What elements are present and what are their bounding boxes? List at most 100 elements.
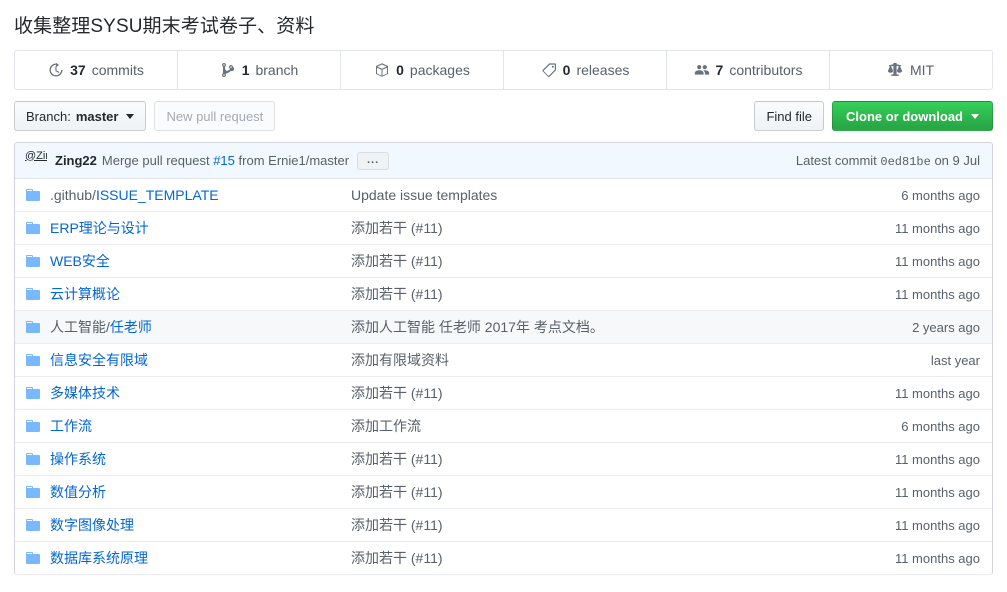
- stat-commits-count: 37: [70, 62, 86, 78]
- stat-packages-count: 0: [396, 62, 404, 78]
- commit-expand-button[interactable]: ...: [357, 151, 390, 170]
- commit-sha-link[interactable]: 0ed81be: [880, 155, 930, 169]
- file-name-link[interactable]: WEB安全: [50, 251, 110, 271]
- table-row[interactable]: 数字图像处理 添加若干 (#11) 11 months ago: [15, 509, 992, 542]
- file-name-cell: 信息安全有限域: [15, 350, 351, 370]
- file-name-text: 工作流: [50, 418, 92, 434]
- file-commit-message[interactable]: Update issue templates: [351, 187, 840, 203]
- stat-releases[interactable]: 0 releases: [504, 51, 667, 89]
- file-commit-message[interactable]: 添加有限域资料: [351, 350, 840, 370]
- file-commit-time: 6 months ago: [901, 418, 980, 434]
- repository-toolbar: Branch: master New pull request Find fil…: [14, 101, 993, 131]
- file-name-link[interactable]: 数字图像处理: [50, 515, 134, 535]
- commit-message: Merge pull request #15 from Ernie1/maste…: [102, 153, 349, 168]
- file-name-cell: 多媒体技术: [15, 383, 351, 403]
- file-commit-message[interactable]: 添加若干 (#11): [351, 218, 840, 238]
- stat-commits-label: commits: [91, 62, 144, 78]
- find-file-button[interactable]: Find file: [754, 101, 824, 131]
- table-row[interactable]: 多媒体技术 添加若干 (#11) 11 months ago: [15, 377, 992, 410]
- stat-commits[interactable]: 37 commits: [15, 51, 178, 89]
- file-name-link[interactable]: 多媒体技术: [50, 383, 120, 403]
- file-name-cell: WEB安全: [15, 251, 351, 271]
- file-name-text: WEB安全: [50, 253, 110, 269]
- file-name-link[interactable]: 操作系统: [50, 449, 106, 469]
- file-commit-message[interactable]: 添加人工智能 任老师 2017年 考点文档。: [351, 317, 840, 337]
- stat-packages[interactable]: 0 packages: [341, 51, 504, 89]
- table-row[interactable]: WEB安全 添加若干 (#11) 11 months ago: [15, 245, 992, 278]
- folder-icon: [25, 385, 41, 401]
- stat-license-label: MIT: [909, 62, 935, 78]
- file-commit-time: 11 months ago: [894, 550, 980, 566]
- file-name-text: 数据库系统原理: [50, 550, 148, 566]
- commit-message-pr-link[interactable]: #15: [213, 153, 235, 168]
- file-commit-message[interactable]: 添加若干 (#11): [351, 449, 840, 469]
- commit-date: on 9 Jul: [934, 152, 980, 168]
- file-commit-time: 11 months ago: [894, 286, 980, 302]
- repository-page: 收集整理SYSU期末考试卷子、资料 37 commits 1 branch 0 …: [0, 0, 1007, 592]
- stat-contributors[interactable]: 7 contributors: [667, 51, 830, 89]
- file-name-link[interactable]: 工作流: [50, 416, 92, 436]
- file-commit-message[interactable]: 添加若干 (#11): [351, 515, 840, 535]
- file-rows-container: .github/ISSUE_TEMPLATE Update issue temp…: [15, 179, 992, 575]
- history-icon: [48, 62, 64, 78]
- table-row[interactable]: 数值分析 添加若干 (#11) 11 months ago: [15, 476, 992, 509]
- table-row[interactable]: 信息安全有限域 添加有限域资料 last year: [15, 344, 992, 377]
- folder-icon: [25, 220, 41, 236]
- file-name-link[interactable]: 云计算概论: [50, 284, 120, 304]
- file-name-text: 任老师: [109, 319, 152, 335]
- file-name-link[interactable]: ERP理论与设计: [50, 218, 149, 238]
- file-commit-message[interactable]: 添加若干 (#11): [351, 251, 840, 271]
- table-row[interactable]: ERP理论与设计 添加若干 (#11) 11 months ago: [15, 212, 992, 245]
- avatar-alt-text: @Zing22: [25, 150, 47, 162]
- repository-stats-bar: 37 commits 1 branch 0 packages 0 release…: [14, 50, 993, 90]
- avatar[interactable]: @Zing22: [25, 151, 47, 171]
- file-commit-time: 11 months ago: [894, 517, 980, 533]
- stat-branches[interactable]: 1 branch: [178, 51, 341, 89]
- file-name-text: 多媒体技术: [50, 385, 120, 401]
- commit-author-link[interactable]: Zing22: [55, 153, 97, 168]
- file-path-prefix: .github/: [50, 187, 96, 203]
- file-commit-message[interactable]: 添加若干 (#11): [351, 548, 840, 568]
- file-name-cell: .github/ISSUE_TEMPLATE: [15, 187, 351, 203]
- table-row[interactable]: 操作系统 添加若干 (#11) 11 months ago: [15, 443, 992, 476]
- file-commit-time: 2 years ago: [912, 319, 980, 335]
- table-row[interactable]: .github/ISSUE_TEMPLATE Update issue temp…: [15, 179, 992, 212]
- table-row[interactable]: 工作流 添加工作流 6 months ago: [15, 410, 992, 443]
- file-commit-message[interactable]: 添加若干 (#11): [351, 482, 840, 502]
- table-row[interactable]: 数据库系统原理 添加若干 (#11) 11 months ago: [15, 542, 992, 575]
- latest-commit-bar: @Zing22 Zing22 Merge pull request #15 fr…: [15, 143, 992, 179]
- file-name-link[interactable]: .github/ISSUE_TEMPLATE: [50, 187, 219, 203]
- stat-license[interactable]: MIT: [830, 51, 992, 89]
- folder-icon: [25, 517, 41, 533]
- file-name-text: ERP理论与设计: [50, 220, 149, 236]
- file-commit-time: last year: [930, 352, 980, 368]
- folder-icon: [25, 253, 41, 269]
- file-name-link[interactable]: 数据库系统原理: [50, 548, 148, 568]
- file-commit-message[interactable]: 添加若干 (#11): [351, 383, 840, 403]
- folder-icon: [25, 319, 41, 335]
- file-commit-time: 11 months ago: [894, 385, 980, 401]
- folder-icon: [25, 451, 41, 467]
- stat-contributors-count: 7: [715, 62, 724, 78]
- file-commit-time: 6 months ago: [901, 187, 980, 203]
- stat-releases-count: 0: [562, 62, 571, 78]
- branch-selector-button[interactable]: Branch: master: [14, 101, 147, 131]
- table-row[interactable]: 云计算概论 添加若干 (#11) 11 months ago: [15, 278, 992, 311]
- file-commit-time: 11 months ago: [894, 220, 980, 236]
- table-row[interactable]: 人工智能/任老师 添加人工智能 任老师 2017年 考点文档。 2 years …: [15, 311, 992, 344]
- clone-or-download-button[interactable]: Clone or download: [832, 101, 993, 131]
- file-commit-time: 11 months ago: [894, 253, 980, 269]
- file-name-link[interactable]: 人工智能/任老师: [50, 317, 152, 337]
- clone-or-download-label: Clone or download: [846, 108, 963, 124]
- page-title: 收集整理SYSU期末考试卷子、资料: [14, 16, 315, 37]
- file-name-link[interactable]: 信息安全有限域: [50, 350, 148, 370]
- file-commit-message[interactable]: 添加工作流: [351, 416, 840, 436]
- file-commit-message[interactable]: 添加若干 (#11): [351, 284, 840, 304]
- stat-branches-count: 1: [241, 62, 250, 78]
- file-name-cell: ERP理论与设计: [15, 218, 351, 238]
- new-pull-request-button[interactable]: New pull request: [154, 101, 276, 131]
- file-name-link[interactable]: 数值分析: [50, 482, 106, 502]
- commit-message-after: from Ernie1/master: [238, 153, 350, 168]
- package-icon: [374, 62, 390, 78]
- file-commit-time: 11 months ago: [894, 451, 980, 467]
